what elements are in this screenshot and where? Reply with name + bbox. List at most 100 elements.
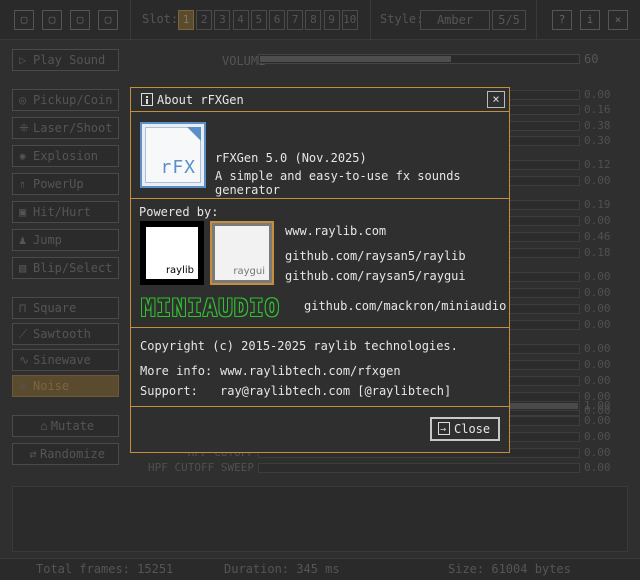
wave-button-sawtooth[interactable]: ⟋ Sawtooth [12, 323, 119, 345]
param-value: 0.00 [584, 214, 611, 227]
file-size: Size: 61004 bytes [448, 562, 571, 576]
about-dialog: About rFXGen × rFX rFXGen 5.0 (Nov.2025)… [130, 87, 510, 453]
divider [131, 327, 509, 328]
duration: Duration: 345 ms [224, 562, 340, 576]
toolbar-divider [130, 0, 131, 40]
dialog-close-x-button[interactable]: × [487, 91, 505, 108]
raygui-github-link[interactable]: github.com/raysan5/raygui [285, 269, 466, 283]
randomize-label: Randomize [39, 447, 106, 461]
param-value: 0.00 [584, 88, 611, 101]
slot-button-3[interactable]: 3 [214, 10, 231, 30]
wave-label: Noise [33, 379, 70, 393]
randomize-button[interactable]: ⇄ Randomize [12, 443, 119, 465]
divider [131, 406, 509, 407]
quit-icon[interactable]: × [608, 10, 628, 30]
raylib-github-link[interactable]: github.com/raysan5/raylib [285, 249, 466, 263]
param-value: 0.18 [584, 246, 611, 259]
wave-button-sinewave[interactable]: ∿ Sinewave [12, 349, 119, 371]
generator-icon: ♟ [19, 233, 27, 247]
slot-label: Slot: [142, 12, 179, 26]
dialog-close-button[interactable]: Close [430, 417, 500, 441]
generator-button-blip-select[interactable]: ▨ Blip/Select [12, 257, 119, 279]
volume-value: 60 [584, 52, 599, 66]
generator-button-pickup-coin[interactable]: ◎ Pickup/Coin [12, 89, 119, 111]
generator-label: Blip/Select [33, 261, 113, 275]
dialog-title: About rFXGen [157, 93, 244, 107]
hpf-cutoff-sweep-slider[interactable] [258, 463, 580, 473]
generator-label: Laser/Shoot [33, 121, 113, 135]
generator-icon: ◎ [19, 93, 27, 107]
slot-button-2[interactable]: 2 [196, 10, 213, 30]
generator-icon: ✺ [19, 149, 27, 163]
param-value: 0.00 [584, 358, 611, 371]
generator-button-powerup[interactable]: ⇑ PowerUp [12, 173, 119, 195]
toolbar-divider [536, 0, 537, 40]
open-file-icon[interactable]: ▢ [42, 10, 62, 30]
slot-button-9[interactable]: 9 [323, 10, 340, 30]
help-icon[interactable]: ? [552, 10, 572, 30]
generator-button-hit-hurt[interactable]: ▣ Hit/Hurt [12, 201, 119, 223]
rfxgen-logo-text: rFX [160, 157, 196, 178]
info-icon [141, 93, 153, 106]
param-value: 0.19 [584, 198, 611, 211]
param-value: 0.00 [584, 414, 611, 427]
generator-label: Pickup/Coin [33, 93, 113, 107]
generator-label: Jump [33, 233, 62, 247]
volume-slider[interactable] [258, 54, 580, 64]
more-info-label: More info: [140, 364, 213, 378]
param-value: 0.00 [584, 446, 611, 459]
save-file-icon[interactable]: ▢ [70, 10, 90, 30]
exit-icon [438, 420, 450, 440]
slot-button-5[interactable]: 5 [250, 10, 267, 30]
slot-button-1[interactable]: 1 [178, 10, 194, 30]
more-info-link[interactable]: www.raylibtech.com/rfxgen [220, 364, 401, 378]
support-link[interactable]: ray@raylibtech.com [@raylibtech] [220, 384, 451, 398]
hpf-cutoff-sweep-value: 0.00 [584, 461, 611, 474]
total-frames: Total frames: 15251 [36, 562, 174, 576]
play-sound-button[interactable]: ▷ Play Sound [12, 49, 119, 71]
divider [131, 198, 509, 199]
wave-icon: ⊓ [19, 301, 27, 315]
generator-button-jump[interactable]: ♟ Jump [12, 229, 119, 251]
info-icon[interactable]: i [580, 10, 600, 30]
slot-button-7[interactable]: 7 [287, 10, 304, 30]
generator-button-laser-shoot[interactable]: ⁜ Laser/Shoot [12, 117, 119, 139]
param-value: 0.00 [584, 174, 611, 187]
new-file-icon[interactable]: ▢ [14, 10, 34, 30]
wave-label: Sinewave [33, 353, 91, 367]
param-value: 0.00 [584, 374, 611, 387]
slot-button-8[interactable]: 8 [305, 10, 322, 30]
randomize-icon: ⇄ [29, 447, 37, 461]
slot-button-6[interactable]: 6 [269, 10, 285, 30]
wave-button-square[interactable]: ⊓ Square [12, 297, 119, 319]
param-value: 0.12 [584, 158, 611, 171]
wave-label: Square [33, 301, 77, 315]
slot-button-10[interactable]: 10 [341, 10, 358, 30]
wave-button-noise[interactable]: ≋ Noise [12, 375, 119, 397]
style-dropdown[interactable]: Amber [420, 10, 490, 30]
generator-label: Explosion [33, 149, 99, 163]
style-counter[interactable]: 5/5 [492, 10, 526, 30]
copyright-text: Copyright (c) 2015-2025 raylib technolog… [140, 339, 458, 353]
param-value: 0.00 [584, 342, 611, 355]
generator-button-explosion[interactable]: ✺ Explosion [12, 145, 119, 167]
miniaudio-logo: MINIAUDIO [141, 294, 281, 322]
param-value: 0.00 [584, 318, 611, 331]
miniaudio-github-link[interactable]: github.com/mackron/miniaudio [304, 299, 506, 313]
raylib-url-link[interactable]: www.raylib.com [285, 224, 386, 238]
param-value: 0.46 [584, 230, 611, 243]
param-value: 0.30 [584, 134, 611, 147]
mutate-button[interactable]: ⌂ Mutate [12, 415, 119, 437]
close-button-label: Close [454, 422, 491, 436]
wave-label: Sawtooth [33, 327, 91, 341]
mutate-label: Mutate [50, 419, 95, 433]
raylib-logo: raylib [140, 221, 204, 285]
param-value: 0.38 [584, 119, 611, 132]
param-value: 0.00 [584, 270, 611, 283]
export-file-icon[interactable]: ▢ [98, 10, 118, 30]
slot-button-4[interactable]: 4 [232, 10, 249, 30]
param-value: 0.00 [584, 302, 611, 315]
generator-icon: ▨ [19, 261, 27, 275]
generator-icon: ⁜ [19, 121, 30, 135]
param-value: 0.00 [584, 286, 611, 299]
